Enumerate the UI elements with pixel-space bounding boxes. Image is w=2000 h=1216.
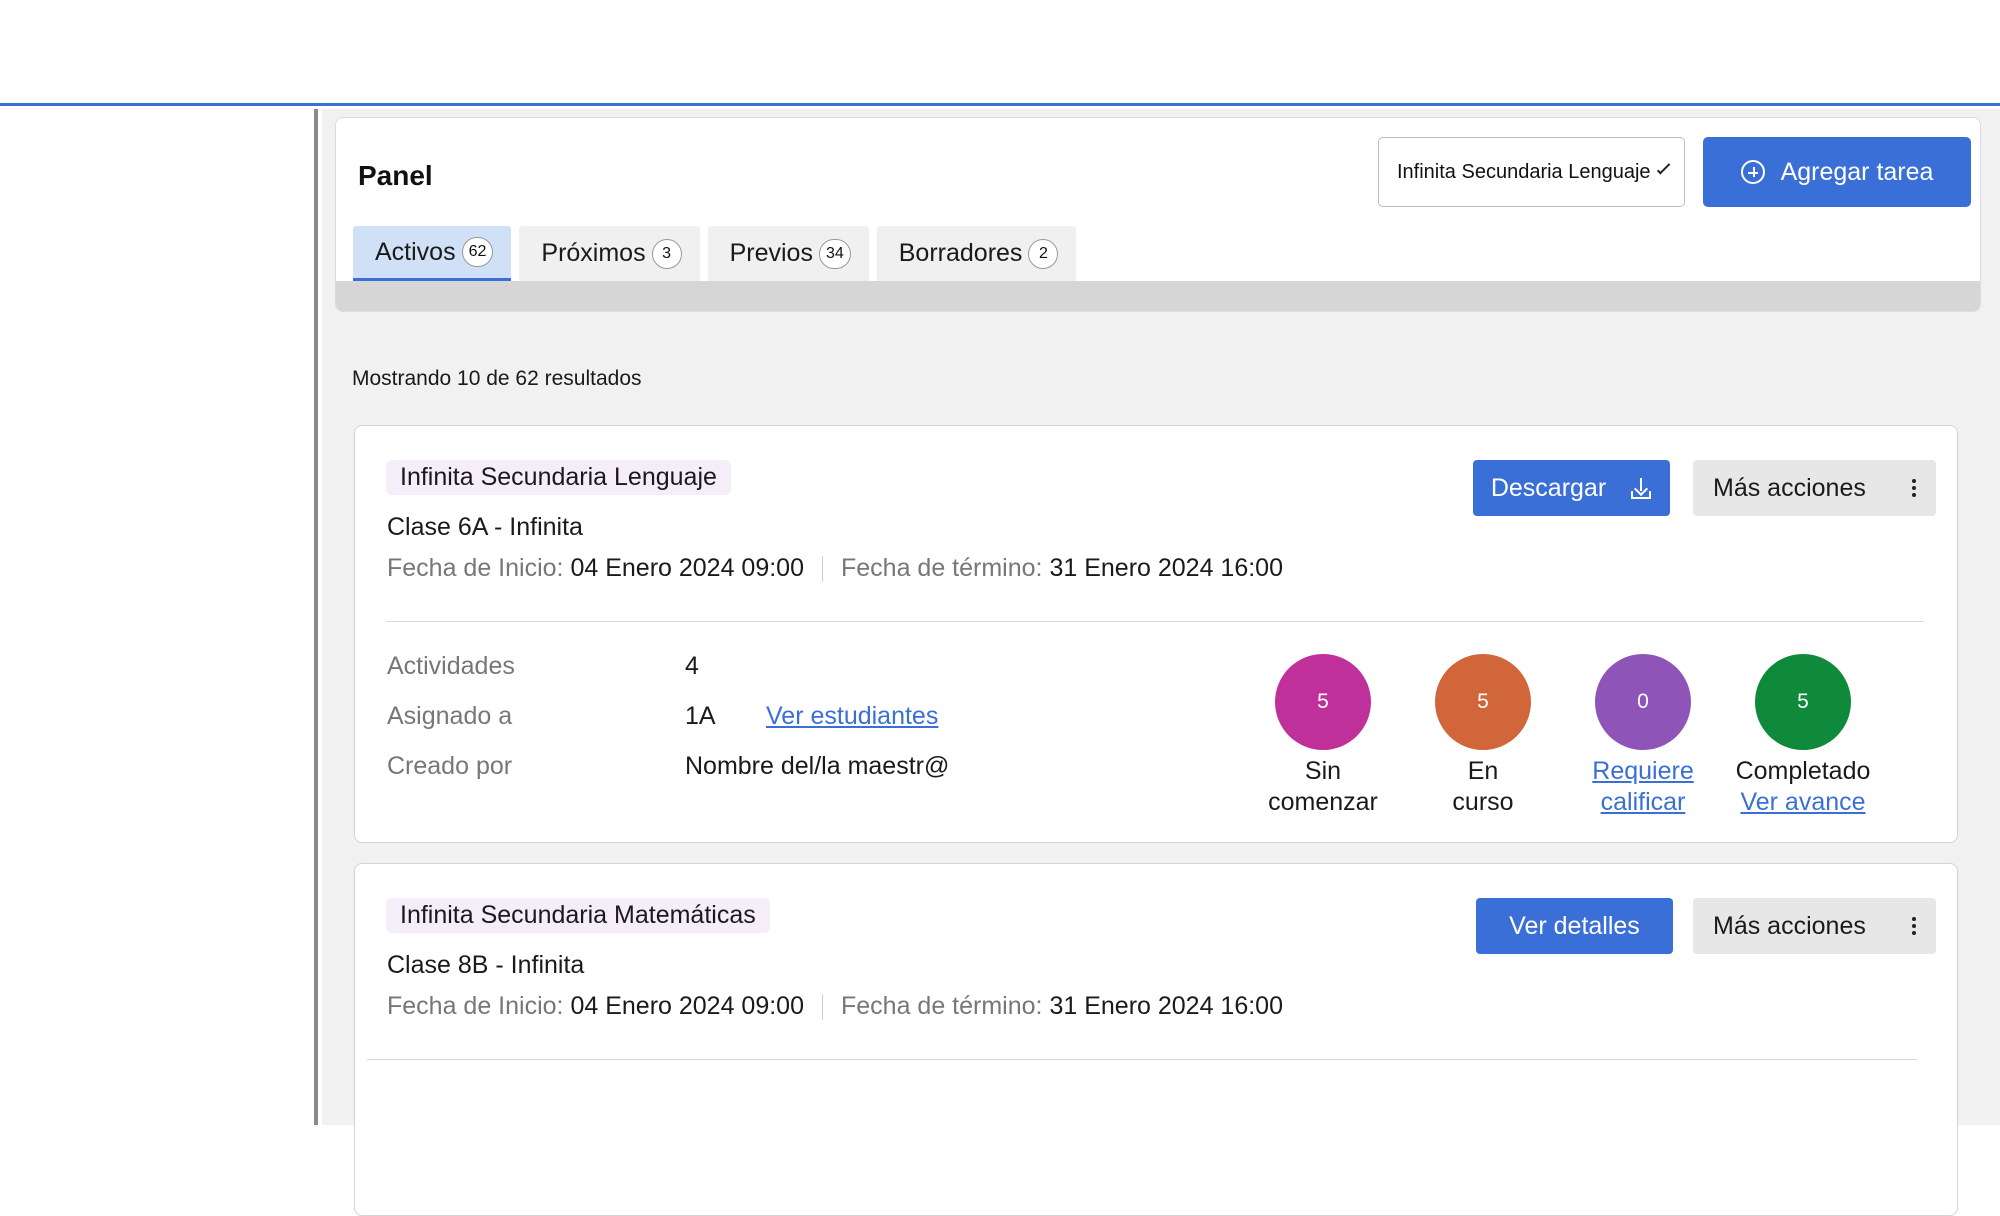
created-by-value: Nombre del/la maestr@ — [685, 752, 950, 780]
end-date-value: 31 Enero 2024 16:00 — [1049, 992, 1283, 1020]
stat-label-line[interactable]: Requiere — [1563, 756, 1723, 787]
stat-label-line: En — [1467, 757, 1499, 785]
subject-tag: Infinita Secundaria Matemáticas — [386, 898, 770, 933]
divider — [367, 1059, 1917, 1060]
date-separator — [822, 993, 823, 1020]
download-label: Descargar — [1490, 473, 1607, 502]
assigned-to-value: 1A — [685, 702, 716, 730]
results-count: Mostrando 10 de 62 resultados — [352, 367, 642, 390]
add-task-button[interactable]: Agregar tarea — [1703, 137, 1971, 207]
tab-proximos[interactable]: Próximos 3 — [519, 226, 700, 281]
end-date-label: Fecha de término: — [841, 554, 1043, 582]
activities-label: Actividades — [387, 652, 515, 680]
tab-previos[interactable]: Previos 34 — [707, 226, 869, 281]
stat-completed: 5 Completado Ver avance — [1723, 654, 1883, 818]
tab-label: Próximos — [541, 239, 646, 267]
more-actions-button[interactable]: Más acciones — [1693, 460, 1936, 516]
end-date-label: Fecha de término: — [841, 992, 1043, 1020]
stat-circle: 5 — [1755, 654, 1851, 750]
activities-value: 4 — [685, 652, 699, 680]
stat-not-started: 5 Sin comenzar — [1243, 654, 1403, 818]
plus-circle-icon — [1740, 160, 1765, 184]
view-students-link[interactable]: Ver estudiantes — [766, 702, 938, 731]
download-icon — [1630, 477, 1652, 499]
main-content: Panel Infinita Secundaria Lenguaje Agreg… — [322, 109, 2000, 1216]
tab-borradores[interactable]: Borradores 2 — [876, 226, 1077, 281]
chevron-down-icon — [1656, 161, 1671, 175]
tab-label: Activos — [375, 237, 456, 266]
stat-label-line: Completado — [1735, 757, 1871, 785]
task-card: Infinita Secundaria Matemáticas Clase 8B… — [354, 863, 1958, 1216]
view-details-label: Ver detalles — [1509, 911, 1640, 940]
tab-count-badge: 3 — [651, 238, 682, 269]
subject-select[interactable]: Infinita Secundaria Lenguaje — [1378, 137, 1685, 207]
kebab-menu-icon — [1912, 479, 1916, 497]
tab-count-badge: 2 — [1028, 238, 1059, 269]
stat-label-line[interactable]: calificar — [1563, 787, 1723, 818]
stat-label: En curso — [1403, 756, 1563, 818]
sidebar — [0, 109, 318, 1125]
class-name: Clase 8B - Infinita — [387, 951, 585, 979]
more-actions-label: Más acciones — [1713, 911, 1866, 940]
stat-label: Completado Ver avance — [1723, 756, 1883, 818]
task-dates: Fecha de Inicio: 04 Enero 2024 09:00 Fec… — [387, 554, 1283, 583]
start-date-value: 04 Enero 2024 09:00 — [570, 554, 804, 582]
assigned-to-label: Asignado a — [387, 702, 513, 730]
start-date-label: Fecha de Inicio: — [387, 992, 564, 1020]
tab-strip — [336, 281, 1980, 311]
divider — [386, 621, 1924, 622]
tab-count-badge: 34 — [818, 238, 851, 269]
start-date-value: 04 Enero 2024 09:00 — [570, 992, 804, 1020]
tab-count-badge: 62 — [461, 237, 494, 267]
tab-label: Previos — [729, 239, 813, 267]
subject-tag: Infinita Secundaria Lenguaje — [386, 460, 731, 495]
stat-circle: 5 — [1275, 654, 1371, 750]
add-task-label: Agregar tarea — [1780, 157, 1934, 186]
stat-label-line: curso — [1452, 788, 1514, 816]
subject-select-value: Infinita Secundaria Lenguaje — [1397, 160, 1651, 183]
kebab-menu-icon — [1912, 917, 1916, 935]
end-date-value: 31 Enero 2024 16:00 — [1049, 554, 1283, 582]
view-details-button[interactable]: Ver detalles — [1476, 898, 1673, 954]
class-name: Clase 6A - Infinita — [387, 513, 583, 541]
tab-activos[interactable]: Activos 62 — [353, 226, 512, 281]
stat-label: Sin comenzar — [1243, 756, 1403, 818]
stat-label-line: Sin — [1304, 757, 1342, 785]
more-actions-button[interactable]: Más acciones — [1693, 898, 1936, 954]
task-dates: Fecha de Inicio: 04 Enero 2024 09:00 Fec… — [387, 992, 1283, 1021]
start-date-label: Fecha de Inicio: — [387, 554, 564, 582]
stat-circle: 5 — [1435, 654, 1531, 750]
download-button[interactable]: Descargar — [1473, 460, 1670, 516]
more-actions-label: Más acciones — [1713, 473, 1866, 502]
view-progress-link[interactable]: Ver avance — [1723, 787, 1883, 818]
tab-bar: Activos 62 Próximos 3 Previos 34 Borrado… — [353, 226, 1077, 281]
stat-requires-grading: 0 Requiere calificar — [1563, 654, 1723, 818]
created-by-label: Creado por — [387, 752, 513, 780]
stat-label-line: comenzar — [1268, 788, 1378, 816]
requires-grading-link[interactable]: Requiere calificar — [1563, 756, 1723, 818]
date-separator — [822, 555, 823, 582]
panel-header-card: Panel Infinita Secundaria Lenguaje Agreg… — [335, 117, 1981, 312]
page-title: Panel — [358, 160, 433, 191]
tab-label: Borradores — [898, 239, 1023, 267]
task-card: Infinita Secundaria Lenguaje Clase 6A - … — [354, 425, 1958, 843]
top-bar — [0, 0, 2000, 106]
stat-in-progress: 5 En curso — [1403, 654, 1563, 818]
stat-circle: 0 — [1595, 654, 1691, 750]
